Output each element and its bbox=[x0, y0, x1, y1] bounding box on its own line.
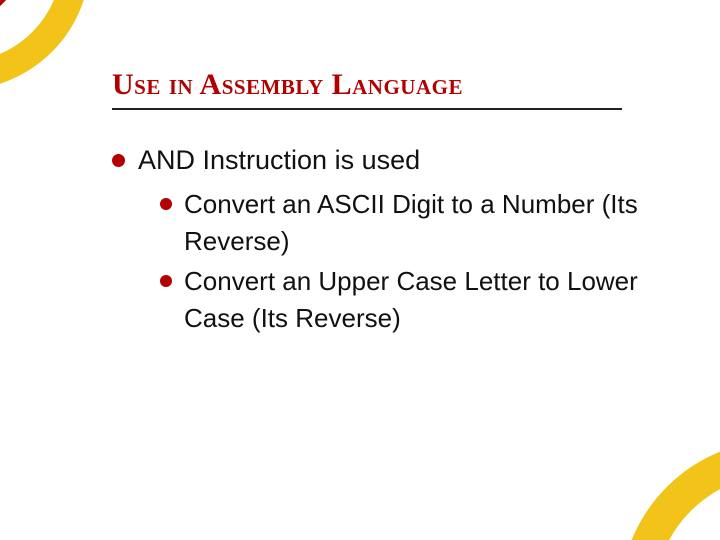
sub-bullet-1: Convert an ASCII Digit to a Number (Its … bbox=[160, 186, 650, 259]
slide-title: Use in Assembly Language bbox=[112, 68, 622, 110]
sub-bullet-list: Convert an ASCII Digit to a Number (Its … bbox=[160, 186, 650, 336]
slide-container: Use in Assembly Language AND Instruction… bbox=[0, 0, 720, 540]
bullet-list: AND Instruction is used Convert an ASCII… bbox=[112, 142, 650, 336]
bullet-text-1: AND Instruction is used bbox=[138, 145, 420, 175]
sub-bullet-2: Convert an Upper Case Letter to Lower Ca… bbox=[160, 263, 650, 336]
bullet-item-1: AND Instruction is used Convert an ASCII… bbox=[112, 142, 650, 336]
